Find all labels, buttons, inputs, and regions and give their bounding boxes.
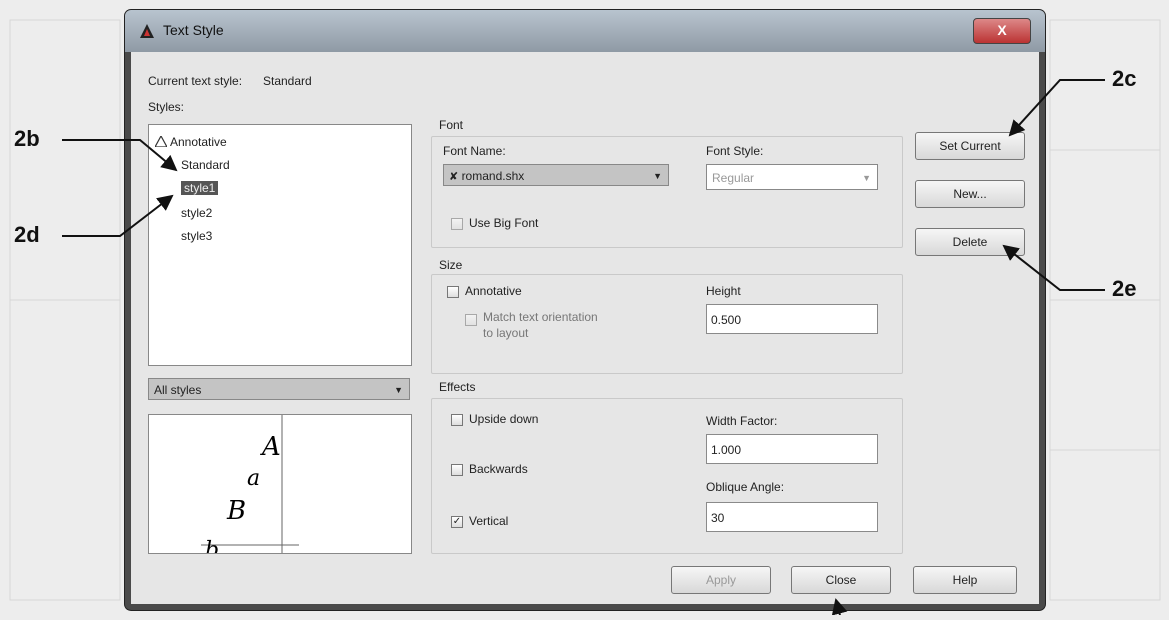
title-bar[interactable]: Text Style X [125, 10, 1045, 52]
oblique-angle-label: Oblique Angle: [706, 480, 785, 494]
upside-down-checkbox[interactable] [451, 414, 463, 426]
apply-button[interactable]: Apply [671, 566, 771, 594]
style-item-style1[interactable]: style1 [181, 181, 219, 195]
vertical-label: Vertical [469, 514, 509, 528]
size-group-label: Size [439, 258, 463, 272]
style-item-label: style3 [181, 229, 213, 243]
styles-list[interactable]: Annotative Standard style1 style2 style3 [148, 124, 412, 366]
style-item-standard[interactable]: Standard [181, 158, 230, 172]
width-factor-input[interactable]: 1.000 [706, 434, 878, 464]
preview-letter: b [205, 538, 219, 553]
vertical-checkbox[interactable]: ✓ [451, 516, 463, 528]
height-value: 0.500 [711, 313, 742, 327]
match-orientation-checkbox[interactable] [465, 314, 477, 326]
height-label: Height [706, 284, 741, 298]
preview-letter: B [226, 496, 246, 526]
preview-letter: a [247, 466, 260, 491]
dropdown-arrow-icon: ▼ [653, 171, 662, 181]
font-name-label: Font Name: [443, 144, 506, 158]
font-type-icon: ✘ [449, 171, 459, 183]
delete-button[interactable]: Delete [915, 228, 1025, 256]
oblique-angle-input[interactable]: 30 [706, 502, 878, 532]
set-current-button[interactable]: Set Current [915, 132, 1025, 160]
callout-2c: 2c [1112, 66, 1137, 91]
use-big-font-label: Use Big Font [469, 216, 539, 230]
height-input[interactable]: 0.500 [706, 304, 878, 334]
style-item-label: Standard [181, 158, 230, 172]
current-style-value: Standard [263, 74, 312, 88]
match-orientation-label: Match text orientation [483, 310, 598, 324]
close-button[interactable]: Close [791, 566, 891, 594]
dialog-body: Current text style: Standard Styles: Ann… [131, 52, 1039, 604]
callout-2d: 2d [14, 222, 40, 247]
style-item-label: style2 [181, 206, 213, 220]
match-orientation-label-2: to layout [483, 326, 529, 340]
styles-label: Styles: [148, 100, 185, 114]
style-item-style3[interactable]: style3 [181, 229, 212, 243]
preview-letter: A [260, 432, 281, 462]
font-style-value: Regular [712, 171, 755, 185]
text-style-dialog: Text Style X Current text style: Standar… [125, 10, 1045, 610]
styles-filter-dropdown[interactable]: All styles ▼ [148, 378, 410, 400]
style-preview: A a B b [148, 414, 412, 554]
oblique-angle-value: 30 [711, 511, 725, 525]
style-item-label: style1 [181, 181, 219, 195]
font-name-dropdown[interactable]: ✘ romand.shx ▼ [443, 164, 669, 186]
styles-filter-value: All styles [154, 383, 202, 397]
new-button[interactable]: New... [915, 180, 1025, 208]
style-item-style2[interactable]: style2 [181, 206, 212, 220]
width-factor-label: Width Factor: [706, 414, 778, 428]
upside-down-label: Upside down [469, 412, 539, 426]
dropdown-arrow-icon: ▼ [394, 385, 403, 395]
backwards-label: Backwards [469, 462, 528, 476]
callout-2b: 2b [14, 126, 40, 151]
style-item-label: Annotative [170, 135, 227, 149]
font-style-dropdown[interactable]: Regular ▼ [706, 164, 878, 190]
close-window-button[interactable]: X [973, 18, 1031, 44]
width-factor-value: 1.000 [711, 443, 742, 457]
style-item-annotative[interactable]: Annotative [153, 134, 227, 149]
current-style-label: Current text style: [148, 74, 243, 88]
preview-glyphs: A a B b [201, 415, 299, 553]
use-big-font-checkbox[interactable] [451, 218, 463, 230]
help-button[interactable]: Help [913, 566, 1017, 594]
backwards-checkbox[interactable] [451, 464, 463, 476]
callout-2e: 2e [1112, 276, 1137, 301]
autocad-app-icon [140, 24, 154, 38]
dropdown-arrow-icon: ▼ [862, 173, 871, 183]
annotative-icon [153, 134, 169, 148]
font-style-label: Font Style: [706, 144, 764, 158]
annotative-label: Annotative [465, 284, 522, 298]
annotative-checkbox[interactable] [447, 286, 459, 298]
effects-group-label: Effects [439, 380, 476, 394]
font-group-label: Font [439, 118, 464, 132]
dialog-title: Text Style [163, 22, 224, 38]
font-name-value: romand.shx [461, 169, 525, 183]
